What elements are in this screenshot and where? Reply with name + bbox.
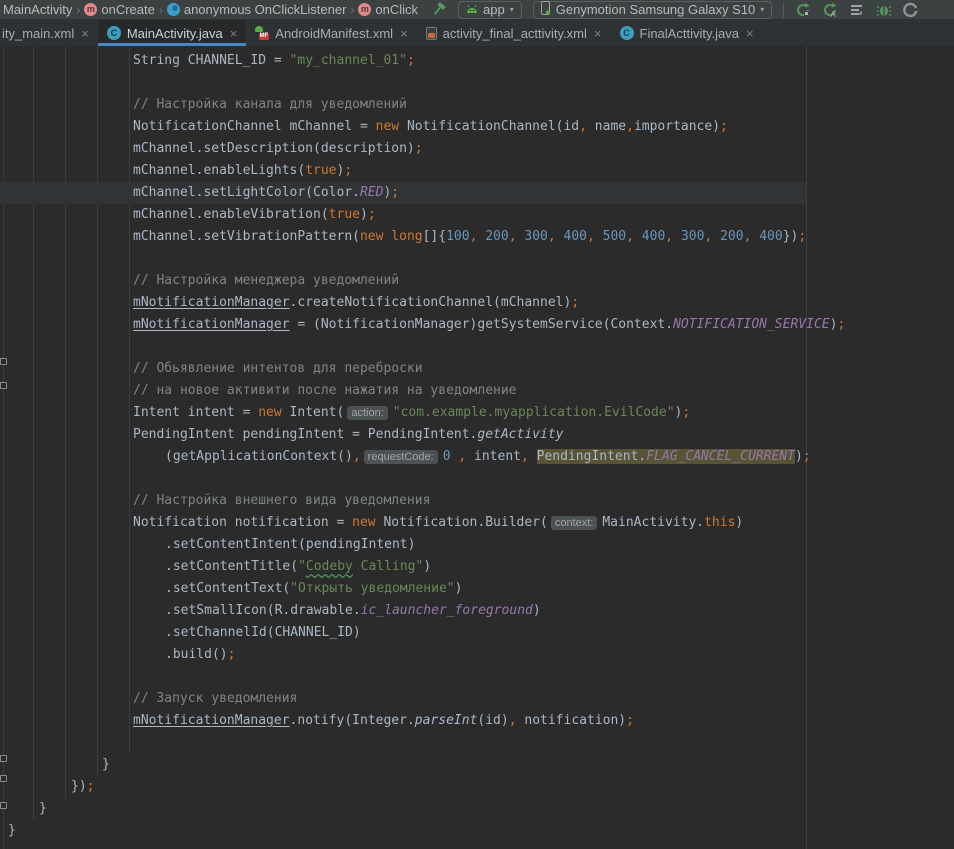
code-line[interactable]: mNotificationManager = (NotificationMana…: [0, 314, 954, 336]
close-icon[interactable]: ×: [594, 26, 602, 41]
xml-file-icon: [426, 27, 437, 40]
breadcrumb-item-oncreate[interactable]: m onCreate: [84, 2, 154, 17]
code-line[interactable]: PendingIntent pendingIntent = PendingInt…: [0, 424, 954, 446]
code-line[interactable]: (getApplicationContext(),requestCode:0 ,…: [0, 446, 954, 468]
tab-activity-main-xml[interactable]: ity_main.xml ×: [0, 20, 98, 46]
attach-debugger-icon[interactable]: [903, 2, 919, 18]
build-hammer-icon[interactable]: [432, 2, 447, 17]
code-line[interactable]: [0, 336, 954, 358]
phone-icon: [541, 1, 551, 18]
breadcrumb-label: onCreate: [101, 2, 154, 17]
breadcrumb-item-anonymous-class[interactable]: anonymous OnClickListener: [167, 2, 347, 17]
code-line[interactable]: Intent intent = new Intent(action:"com.e…: [0, 402, 954, 424]
code-line[interactable]: .setSmallIcon(R.drawable.ic_launcher_for…: [0, 600, 954, 622]
code-line[interactable]: NotificationChannel mChannel = new Notif…: [0, 116, 954, 138]
close-icon[interactable]: ×: [81, 26, 89, 41]
breadcrumb-label: MainActivity: [3, 2, 72, 17]
android-app-icon: [466, 2, 478, 17]
code-line[interactable]: mNotificationManager.createNotificationC…: [0, 292, 954, 314]
code-line[interactable]: }: [0, 754, 954, 776]
code-line[interactable]: [0, 666, 954, 688]
debug-icon[interactable]: [876, 2, 892, 18]
tab-finalacttivity-java[interactable]: C FinalActtivity.java ×: [611, 20, 763, 46]
code-line[interactable]: // Настройка менеджера уведомлений: [0, 270, 954, 292]
code-line[interactable]: // на новое активити после нажатия на ув…: [0, 380, 954, 402]
chevron-down-icon: ▾: [760, 5, 764, 14]
anonymous-class-icon: [167, 3, 180, 16]
run-configuration-label: app: [483, 2, 505, 17]
tab-label: activity_final_acttivity.xml: [443, 26, 587, 41]
code-line[interactable]: mChannel.setVibrationPattern(new long[]{…: [0, 226, 954, 248]
code-line[interactable]: // Настройка канала для уведомлений: [0, 94, 954, 116]
code-line[interactable]: mChannel.setDescription(description);: [0, 138, 954, 160]
method-icon: m: [84, 3, 97, 16]
svg-text:A: A: [831, 10, 837, 18]
breadcrumb-separator: ›: [350, 3, 354, 17]
apply-changes-icon[interactable]: [795, 2, 811, 18]
code-line[interactable]: [0, 72, 954, 94]
breadcrumb-separator: ›: [159, 3, 163, 17]
code-line[interactable]: String CHANNEL_ID = "my_channel_01";: [0, 50, 954, 72]
code-line[interactable]: }: [0, 820, 954, 842]
code-line[interactable]: mChannel.enableLights(true);: [0, 160, 954, 182]
code-line[interactable]: .build();: [0, 644, 954, 666]
code-line[interactable]: .setContentTitle("Codeby Calling"): [0, 556, 954, 578]
breadcrumb-item-onclick[interactable]: m onClick: [358, 2, 418, 17]
code-editor[interactable]: String CHANNEL_ID = "my_channel_01"; // Н…: [0, 46, 954, 849]
breadcrumb: MainActivity › m onCreate › anonymous On…: [0, 2, 418, 17]
tab-label: ity_main.xml: [2, 26, 74, 41]
code-line[interactable]: // Запуск уведомления: [0, 688, 954, 710]
code-line[interactable]: mChannel.setLightColor(Color.RED);: [0, 182, 806, 204]
run-configuration-selector[interactable]: app ▾: [458, 1, 522, 19]
code-line[interactable]: mNotificationManager.notify(Integer.pars…: [0, 710, 954, 732]
breadcrumb-label: anonymous OnClickListener: [184, 2, 347, 17]
code-line[interactable]: });: [0, 776, 954, 798]
run-tasks-icon[interactable]: [849, 2, 865, 18]
editor-tab-bar: ity_main.xml × C MainActivity.java × MF …: [0, 20, 954, 46]
close-icon[interactable]: ×: [746, 26, 754, 41]
tab-label: AndroidManifest.xml: [275, 26, 393, 41]
code-line[interactable]: .setContentText("Открыть уведомление"): [0, 578, 954, 600]
code-line[interactable]: .setContentIntent(pendingIntent): [0, 534, 954, 556]
tab-androidmanifest-xml[interactable]: MF AndroidManifest.xml ×: [246, 20, 416, 46]
manifest-icon: MF: [255, 26, 269, 40]
java-class-icon: C: [107, 26, 121, 40]
code-line[interactable]: // Настройка внешнего вида уведомления: [0, 490, 954, 512]
code-line[interactable]: [0, 732, 954, 754]
breadcrumb-separator: ›: [76, 3, 80, 17]
code-line[interactable]: .setChannelId(CHANNEL_ID): [0, 622, 954, 644]
tab-label: FinalActtivity.java: [640, 26, 739, 41]
java-class-icon: C: [620, 26, 634, 40]
breadcrumb-item-class[interactable]: MainActivity: [3, 2, 72, 17]
android-studio-window: MainActivity › m onCreate › anonymous On…: [0, 0, 954, 849]
close-icon[interactable]: ×: [400, 26, 408, 41]
device-selector-label: Genymotion Samsung Galaxy S10: [556, 2, 755, 17]
code-line[interactable]: mChannel.enableVibration(true);: [0, 204, 954, 226]
code-line[interactable]: [0, 468, 954, 490]
chevron-down-icon: ▾: [510, 5, 514, 14]
code-area[interactable]: String CHANNEL_ID = "my_channel_01"; // Н…: [0, 50, 954, 842]
apply-code-changes-icon[interactable]: A: [822, 2, 838, 18]
tab-activity-final-acttivity-xml[interactable]: activity_final_acttivity.xml ×: [417, 20, 611, 46]
device-selector[interactable]: Genymotion Samsung Galaxy S10 ▾: [533, 1, 772, 19]
code-line[interactable]: // Обьявление интентов для переброски: [0, 358, 954, 380]
code-line[interactable]: }: [0, 798, 954, 820]
method-icon: m: [358, 3, 371, 16]
tab-mainactivity-java[interactable]: C MainActivity.java ×: [98, 20, 246, 46]
breadcrumb-label: onClick: [375, 2, 418, 17]
main-toolbar: MainActivity › m onCreate › anonymous On…: [0, 0, 954, 20]
close-icon[interactable]: ×: [230, 26, 238, 41]
run-actions-group: A: [783, 2, 919, 18]
tab-label: MainActivity.java: [127, 26, 223, 41]
code-line[interactable]: [0, 248, 954, 270]
code-line[interactable]: Notification notification = new Notifica…: [0, 512, 954, 534]
